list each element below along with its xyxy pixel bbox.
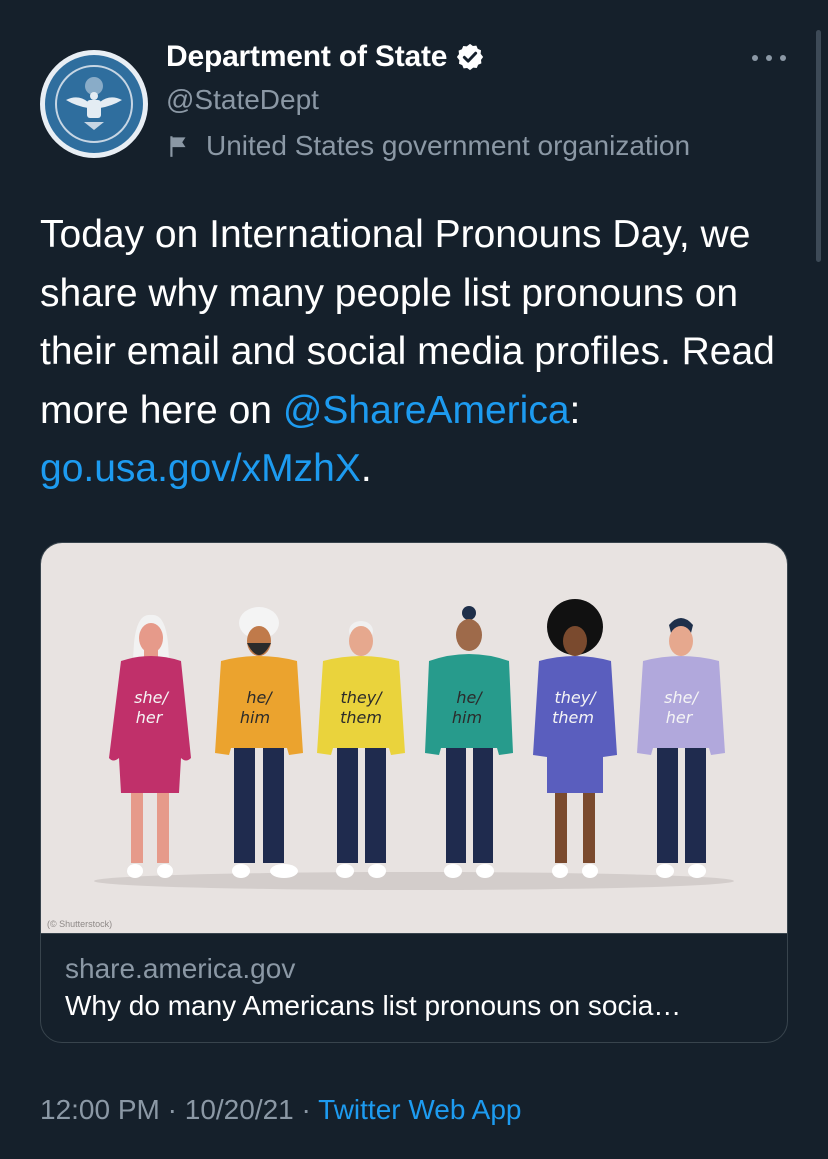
author-handle[interactable]: @StateDept bbox=[166, 84, 319, 116]
figure-label-5b: them bbox=[552, 708, 594, 727]
figure-label-2a: he/ bbox=[246, 688, 273, 707]
figure-she-her-2 bbox=[637, 618, 725, 878]
department-of-state-seal-icon bbox=[55, 65, 133, 143]
card-image[interactable]: she/ her he/ him they/ them he/ him they… bbox=[41, 543, 787, 934]
image-credit: (© Shutterstock) bbox=[47, 919, 113, 929]
author-name-row[interactable]: Department of State bbox=[166, 40, 485, 74]
figure-label-2b: him bbox=[240, 708, 270, 727]
source-app-link[interactable]: Twitter Web App bbox=[318, 1094, 521, 1125]
author-name[interactable]: Department of State bbox=[166, 40, 447, 74]
card-domain: share.america.gov bbox=[65, 953, 296, 984]
figure-label-4b: him bbox=[452, 708, 482, 727]
tweet-end: . bbox=[360, 447, 372, 490]
government-label: United States government organization bbox=[166, 130, 690, 162]
figure-label-6b: her bbox=[666, 708, 694, 727]
figure-label-3b: them bbox=[340, 708, 382, 727]
tweet-time[interactable]: 12:00 PM bbox=[40, 1094, 160, 1125]
figure-they-them-2 bbox=[533, 599, 617, 878]
figure-they-them-1 bbox=[317, 621, 405, 878]
figure-label-1a: she/ bbox=[134, 688, 169, 707]
figure-label-3a: they/ bbox=[340, 688, 383, 707]
url-link[interactable]: go.usa.gov/xMzhX bbox=[40, 447, 361, 490]
figure-he-him-2 bbox=[425, 606, 513, 878]
figure-label-5a: they/ bbox=[554, 688, 597, 707]
more-dot-icon bbox=[752, 55, 758, 61]
figure-she-her bbox=[109, 614, 191, 878]
tweet-date[interactable]: 10/20/21 bbox=[185, 1094, 294, 1125]
meta-separator: · bbox=[159, 1094, 185, 1125]
figure-label-1b: her bbox=[136, 708, 164, 727]
more-dot-icon bbox=[780, 55, 786, 61]
government-label-text: United States government organization bbox=[206, 130, 691, 161]
pronouns-illustration: she/ her he/ him they/ them he/ him they… bbox=[94, 599, 734, 890]
scrollbar[interactable] bbox=[816, 30, 821, 262]
tweet-metadata: 12:00 PM · 10/20/21 · Twitter Web App bbox=[40, 1094, 522, 1126]
mention-link[interactable]: @ShareAmerica bbox=[283, 389, 570, 432]
figure-label-4a: he/ bbox=[456, 688, 483, 707]
tweet-text: Today on International Pronouns Day, we … bbox=[40, 206, 800, 499]
more-dot-icon bbox=[766, 55, 772, 61]
flag-icon bbox=[170, 136, 186, 157]
card-title: Why do many Americans list pronouns on s… bbox=[65, 990, 682, 1021]
more-options-button[interactable] bbox=[752, 48, 786, 68]
verified-badge-icon bbox=[457, 43, 484, 71]
tweet-separator: : bbox=[569, 388, 581, 432]
figure-label-6a: she/ bbox=[664, 688, 699, 707]
link-preview-card[interactable]: she/ her he/ him they/ them he/ him they… bbox=[40, 542, 788, 1043]
figure-he-him-1 bbox=[215, 607, 303, 878]
avatar[interactable] bbox=[40, 50, 148, 158]
meta-separator: · bbox=[293, 1094, 319, 1125]
